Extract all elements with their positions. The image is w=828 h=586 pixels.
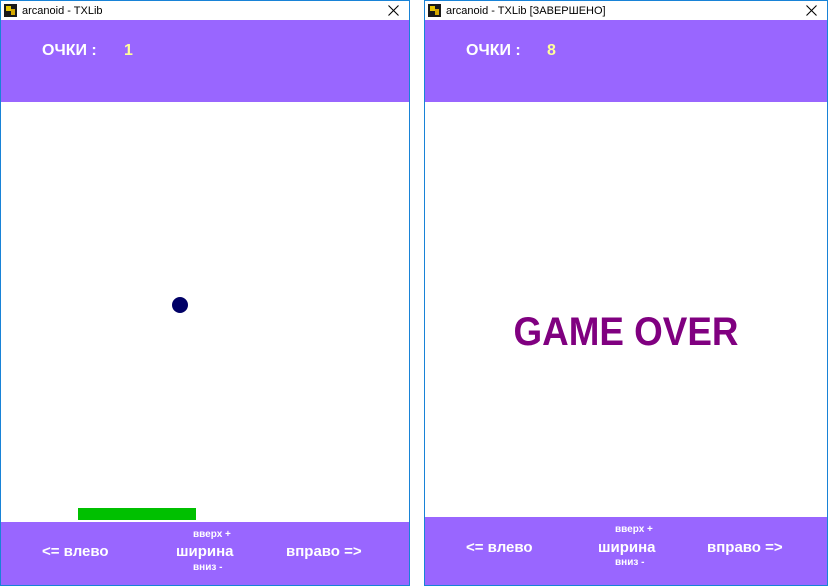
control-bar: <= влево вверх + ширина вниз - вправо => xyxy=(1,522,409,585)
score-value: 1 xyxy=(124,42,133,59)
game-over-text: GAME OVER xyxy=(513,310,739,354)
txlib-app-icon xyxy=(4,4,17,17)
game-window-finished: arcanoid - TXLib [ЗАВЕРШЕНО] ОЧКИ : 8 GA… xyxy=(424,0,828,586)
play-field xyxy=(1,102,409,524)
title-bar: arcanoid - TXLib xyxy=(1,1,409,20)
control-bar: <= влево вверх + ширина вниз - вправо => xyxy=(425,517,827,585)
score-label: ОЧКИ : xyxy=(42,42,97,59)
txlib-app-icon xyxy=(428,4,441,17)
score-bar: ОЧКИ : 8 xyxy=(425,20,827,102)
control-up-hint: вверх + xyxy=(193,529,231,540)
paddle xyxy=(78,508,196,520)
play-field: GAME OVER xyxy=(425,102,827,519)
control-up-hint: вверх + xyxy=(615,524,653,535)
game-window-running: arcanoid - TXLib ОЧКИ : 1 <= влево вверх… xyxy=(0,0,410,586)
close-button[interactable] xyxy=(377,1,409,20)
control-right-hint: вправо => xyxy=(286,543,362,560)
close-icon xyxy=(387,5,399,16)
window-title: arcanoid - TXLib [ЗАВЕРШЕНО] xyxy=(446,4,606,17)
control-down-hint: вниз - xyxy=(193,562,223,573)
ball xyxy=(172,297,188,313)
close-icon xyxy=(805,5,817,16)
score-bar: ОЧКИ : 1 xyxy=(1,20,409,102)
control-width-label: ширина xyxy=(176,543,234,560)
close-button[interactable] xyxy=(795,1,827,20)
control-left-hint: <= влево xyxy=(466,539,533,556)
control-width-label: ширина xyxy=(598,539,656,556)
score-label: ОЧКИ : xyxy=(466,42,521,59)
score-value: 8 xyxy=(547,42,556,59)
control-right-hint: вправо => xyxy=(707,539,783,556)
control-left-hint: <= влево xyxy=(42,543,109,560)
window-title: arcanoid - TXLib xyxy=(22,4,103,17)
title-bar: arcanoid - TXLib [ЗАВЕРШЕНО] xyxy=(425,1,827,20)
control-down-hint: вниз - xyxy=(615,557,645,568)
